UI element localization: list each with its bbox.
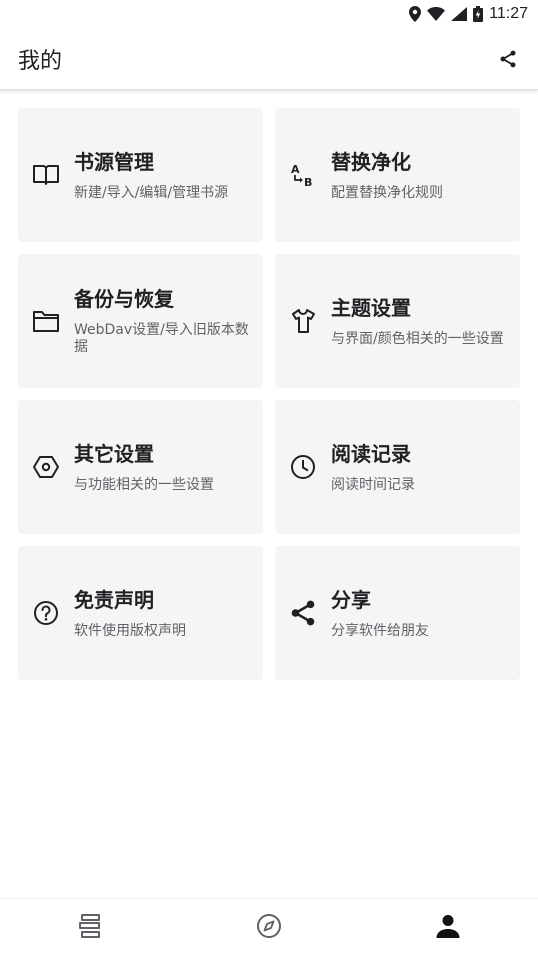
svg-text:A: A xyxy=(291,163,300,176)
clock-text: 11:27 xyxy=(489,5,528,22)
tshirt-icon xyxy=(289,307,317,335)
help-circle-icon xyxy=(32,599,60,627)
wifi-icon xyxy=(427,7,446,21)
compass-icon xyxy=(256,913,282,943)
tab-mine[interactable] xyxy=(359,899,538,957)
person-icon xyxy=(435,913,461,943)
card-subtitle: WebDav设置/导入旧版本数据 xyxy=(74,322,249,355)
location-icon xyxy=(409,6,422,22)
card-title: 备份与恢复 xyxy=(74,287,174,311)
tab-discover[interactable] xyxy=(179,899,358,957)
folder-icon xyxy=(32,307,60,335)
card-title: 免责声明 xyxy=(74,587,154,612)
card-book-source[interactable]: 书源管理 新建/导入/编辑/管理书源 xyxy=(18,108,263,242)
card-subtitle: 与界面/颜色相关的一些设置 xyxy=(331,330,504,347)
card-subtitle: 软件使用版权声明 xyxy=(74,622,186,639)
bookshelf-icon xyxy=(77,913,103,943)
card-title: 书源管理 xyxy=(74,149,154,174)
tab-bookshelf[interactable] xyxy=(0,899,179,957)
card-subtitle: 配置替换净化规则 xyxy=(331,184,443,201)
card-title: 主题设置 xyxy=(331,295,411,320)
card-theme-settings[interactable]: 主题设置 与界面/颜色相关的一些设置 xyxy=(275,254,520,388)
card-backup-restore[interactable]: 备份与恢复 WebDav设置/导入旧版本数据 xyxy=(18,254,263,388)
card-replace-rules[interactable]: A B 替换净化 配置替换净化规则 xyxy=(275,108,520,242)
share-icon[interactable] xyxy=(496,47,520,71)
replace-ab-icon: A B xyxy=(289,161,317,189)
card-subtitle: 与功能相关的一些设置 xyxy=(74,476,214,493)
card-reading-record[interactable]: 阅读记录 阅读时间记录 xyxy=(275,400,520,534)
book-icon xyxy=(32,161,60,189)
svg-text:B: B xyxy=(304,176,312,188)
share-icon xyxy=(289,599,317,627)
card-subtitle: 新建/导入/编辑/管理书源 xyxy=(74,184,229,201)
clock-icon xyxy=(289,453,317,481)
card-subtitle: 分享软件给朋友 xyxy=(331,622,429,639)
page-title: 我的 xyxy=(18,48,63,74)
bottom-nav xyxy=(0,898,538,957)
card-title: 其它设置 xyxy=(74,441,154,466)
signal-icon xyxy=(451,7,468,21)
hexagon-settings-icon xyxy=(32,453,60,481)
card-share[interactable]: 分享 分享软件给朋友 xyxy=(275,546,520,680)
card-disclaimer[interactable]: 免责声明 软件使用版权声明 xyxy=(18,546,263,680)
card-title: 替换净化 xyxy=(331,149,411,174)
card-subtitle: 阅读时间记录 xyxy=(331,476,415,493)
battery-icon xyxy=(473,6,484,22)
card-title: 阅读记录 xyxy=(331,441,411,466)
app-bar: 我的 xyxy=(0,28,538,90)
card-title: 分享 xyxy=(331,587,371,612)
menu-grid: 书源管理 新建/导入/编辑/管理书源 A B 替换净化 配置替换净化规则 备份与… xyxy=(18,108,520,692)
card-other-settings[interactable]: 其它设置 与功能相关的一些设置 xyxy=(18,400,263,534)
status-bar: 11:27 xyxy=(0,0,538,28)
